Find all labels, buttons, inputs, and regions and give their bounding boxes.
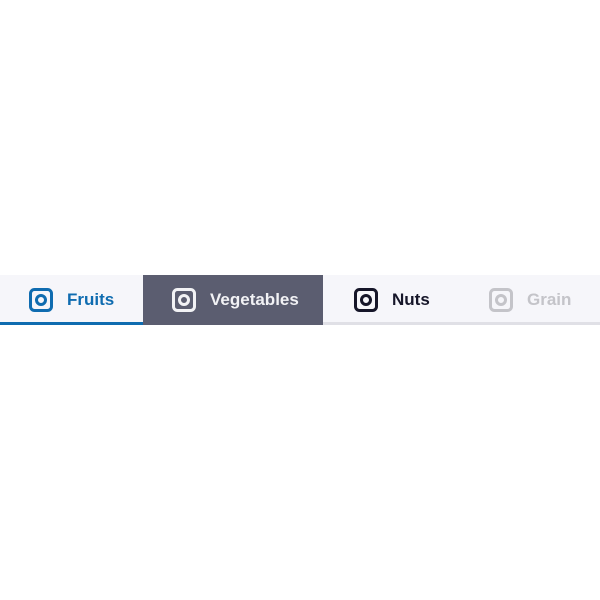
page: Fruits Vegetables Nuts Grain <box>0 0 600 600</box>
instagram-icon <box>171 287 197 313</box>
tab-fruits[interactable]: Fruits <box>0 275 143 325</box>
instagram-icon <box>28 287 54 313</box>
tab-bar: Fruits Vegetables Nuts Grain <box>0 275 600 325</box>
instagram-icon <box>353 287 379 313</box>
tab-label: Grain <box>527 290 572 309</box>
tab-grain: Grain <box>473 275 600 325</box>
instagram-icon <box>488 287 514 313</box>
tab-label: Fruits <box>67 290 115 309</box>
tab-nuts[interactable]: Nuts <box>323 275 473 325</box>
tab-label: Vegetables <box>210 290 299 309</box>
tab-vegetables[interactable]: Vegetables <box>143 275 323 325</box>
tab-label: Nuts <box>392 290 430 309</box>
